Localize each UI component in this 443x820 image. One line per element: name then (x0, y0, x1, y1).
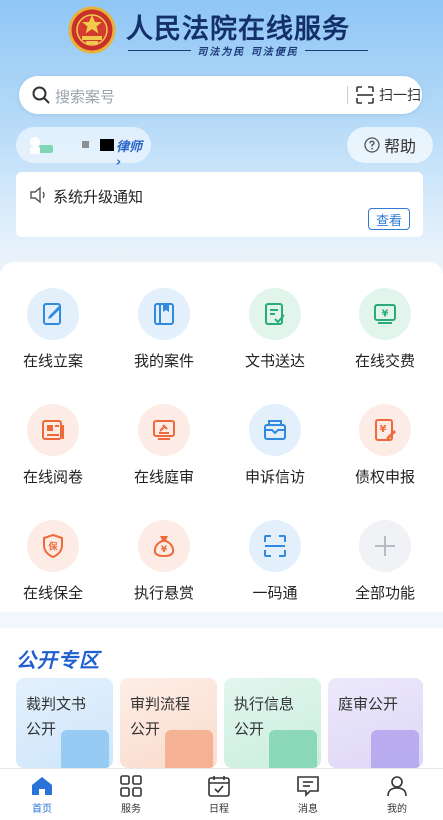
user-role: 律师 › (116, 140, 143, 170)
court-emblem-icon (68, 6, 116, 54)
speaker-icon (30, 186, 45, 204)
service-label: 在线立案 (22, 352, 83, 370)
notice-card[interactable]: 系统升级通知 查看 (16, 172, 423, 237)
service-label: 在线交费 (354, 352, 415, 370)
service-petition[interactable]: 申诉信访 (223, 390, 323, 500)
home-icon (32, 777, 52, 795)
qr-scan-icon (249, 520, 301, 572)
service-label: 债权申报 (354, 468, 415, 486)
court-hearing-icon (138, 404, 190, 456)
calendar-icon (269, 730, 317, 768)
mailbox-icon (249, 404, 301, 456)
service-label: 在线保全 (22, 584, 83, 602)
svg-text:¥: ¥ (161, 545, 168, 555)
service-document-delivery[interactable]: 文书送达 (223, 274, 323, 384)
service-online-filing[interactable]: 在线立案 (1, 274, 101, 384)
service-label: 我的案件 (133, 352, 194, 370)
service-online-preservation[interactable]: 保 在线保全 (1, 506, 101, 616)
service-all-functions[interactable]: 全部功能 (333, 506, 433, 616)
tab-schedule[interactable]: 日程 (189, 775, 249, 819)
service-label: 在线庭审 (133, 468, 194, 486)
service-online-hearing[interactable]: 在线庭审 (112, 390, 212, 500)
card-trial-public[interactable]: 庭审公开 (328, 678, 423, 768)
edit-doc-icon (27, 288, 79, 340)
tab-home[interactable]: 首页 (12, 775, 72, 819)
page-subtitle: 司法为民 司法便民 (128, 43, 369, 58)
search-bar[interactable]: 搜索案号 扫一扫 (19, 76, 422, 114)
search-divider (347, 86, 348, 104)
calendar-icon (208, 776, 230, 797)
service-label: 文书送达 (244, 352, 305, 370)
tab-messages[interactable]: 消息 (278, 775, 338, 819)
notice-text: 系统升级通知 (53, 188, 144, 206)
card-trial-process[interactable]: 审判流程 公开 (120, 678, 217, 768)
service-claim-filing[interactable]: ¥ 债权申报 (333, 390, 433, 500)
doc-check-icon (249, 288, 301, 340)
folder-icon (138, 288, 190, 340)
view-button[interactable]: 查看 (368, 208, 410, 230)
svg-text:¥: ¥ (382, 309, 389, 320)
service-label: 执行悬赏 (133, 584, 194, 602)
plus-icon (359, 520, 411, 572)
shield-icon: 保 (27, 520, 79, 572)
reading-icon (27, 404, 79, 456)
card-judgment-documents[interactable]: 裁判文书 公开 (16, 678, 113, 768)
card-title: 庭审公开 (338, 695, 399, 713)
money-bag-icon: ¥ (138, 520, 190, 572)
card-execution-info[interactable]: 执行信息 公开 (224, 678, 321, 768)
service-label: 申诉信访 (244, 468, 305, 486)
message-icon (297, 776, 319, 797)
scan-label: 扫一扫 (379, 88, 421, 104)
service-one-code[interactable]: 一码通 (223, 506, 323, 616)
help-icon (364, 137, 380, 153)
service-execution-reward[interactable]: ¥ 执行悬赏 (112, 506, 212, 616)
payment-icon: ¥ (359, 288, 411, 340)
page-title: 人民法院在线服务 (126, 14, 350, 45)
search-input[interactable]: 搜索案号 (55, 86, 115, 107)
service-online-reading[interactable]: 在线阅卷 (1, 390, 101, 500)
tab-profile[interactable]: 我的 (367, 775, 427, 819)
user-profile-pill[interactable]: 律师 › (16, 127, 151, 170)
bottom-tab-bar: 首页 服务 日程 消息 我的 (0, 768, 443, 820)
redacted-name (100, 139, 114, 151)
service-label: 一码通 (252, 584, 298, 602)
avatar (30, 137, 53, 154)
search-icon (32, 86, 50, 104)
svg-text:保: 保 (47, 541, 58, 553)
help-label: 帮助 (383, 137, 416, 156)
scan-button[interactable]: 扫一扫 (356, 85, 421, 105)
service-online-payment[interactable]: ¥ 在线交费 (333, 274, 433, 384)
service-label: 全部功能 (354, 584, 415, 602)
svg-text:¥: ¥ (380, 424, 387, 435)
service-label: 在线阅卷 (22, 468, 83, 486)
tab-services[interactable]: 服务 (101, 775, 161, 819)
claim-icon: ¥ (359, 404, 411, 456)
help-button[interactable]: 帮助 (347, 127, 433, 163)
video-icon (371, 730, 419, 768)
redacted-name (82, 141, 89, 148)
service-grid: 在线立案 我的案件 文书送达 ¥ 在线交费 在线阅卷 在线庭审 申诉信访 ¥ 债… (0, 262, 443, 612)
public-zone-title: 公开专区 (16, 648, 100, 672)
profile-icon (387, 776, 407, 797)
service-my-cases[interactable]: 我的案件 (112, 274, 212, 384)
flow-icon (165, 730, 213, 768)
book-icon (61, 730, 109, 768)
grid-icon (120, 775, 142, 797)
scan-icon (356, 86, 374, 104)
brand-header: 人民法院在线服务 司法为民 司法便民 (68, 4, 378, 62)
